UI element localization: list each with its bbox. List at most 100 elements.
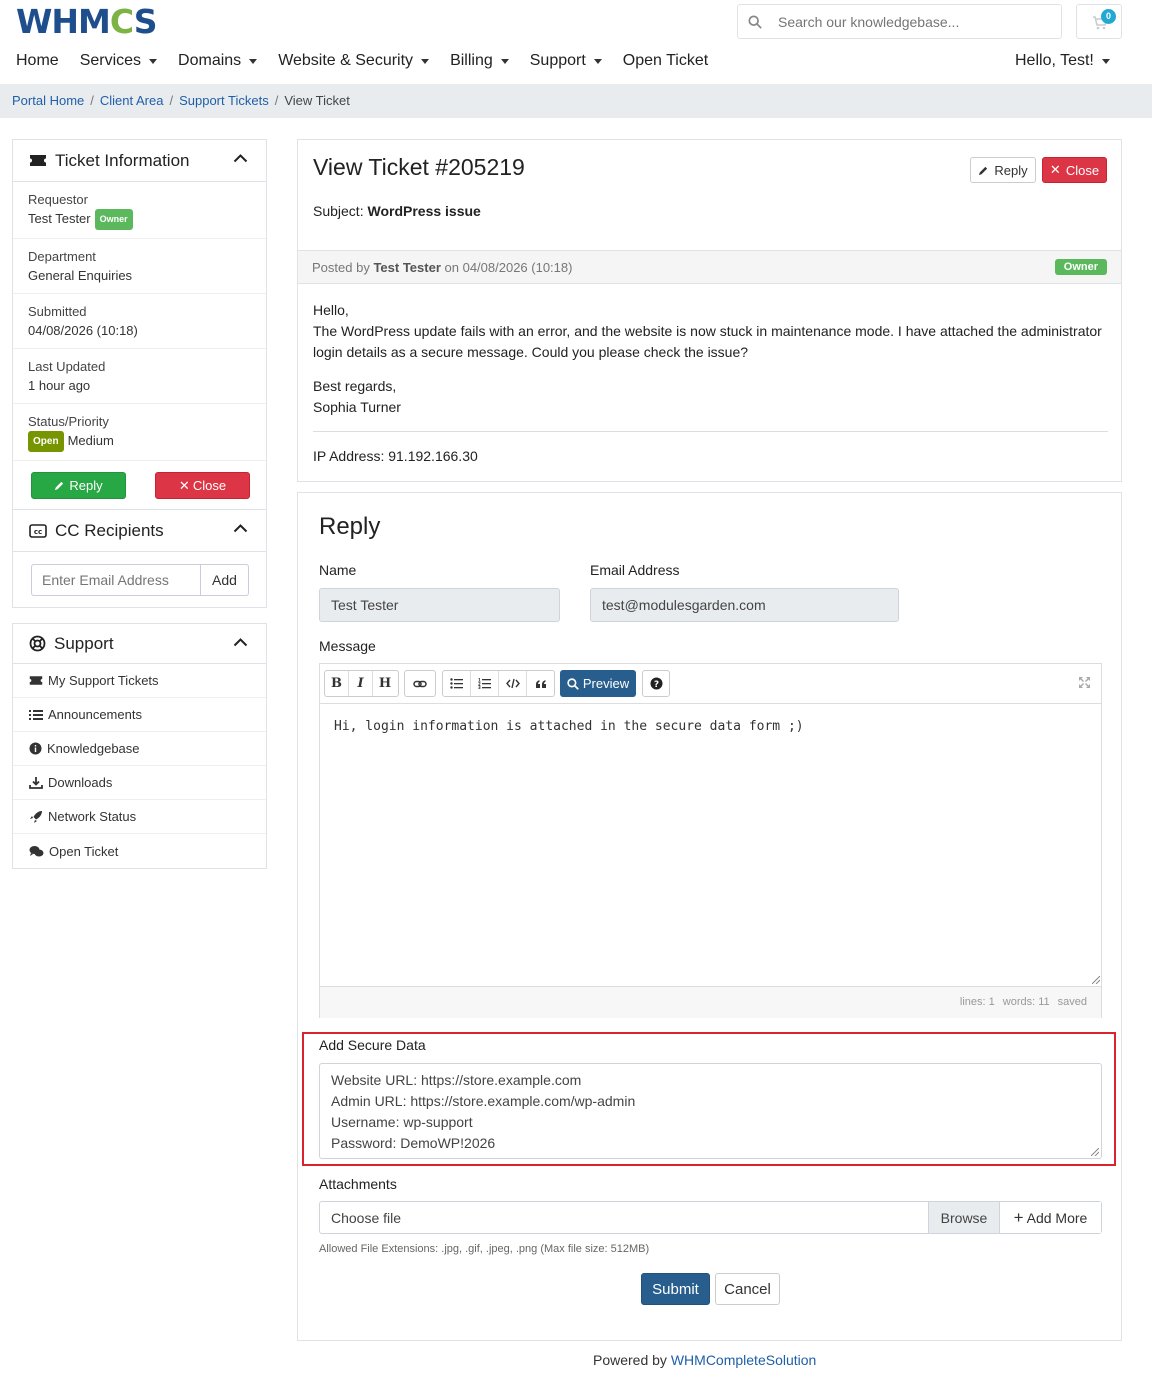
svg-text:?: ?	[653, 680, 658, 690]
sidebar-item-network-status[interactable]: Network Status	[13, 800, 266, 834]
breadcrumb-portal-home[interactable]: Portal Home	[12, 93, 84, 108]
list-ul-icon	[450, 678, 463, 689]
nav-support[interactable]: Support	[530, 52, 602, 70]
cc-email-input[interactable]	[31, 564, 201, 596]
sidebar-item-knowledgebase[interactable]: Knowledgebase	[13, 732, 266, 766]
cc-recipients-header[interactable]: cc CC Recipients	[13, 510, 266, 552]
ordered-list-button[interactable]: 123	[471, 671, 499, 696]
name-field: Test Tester	[319, 588, 560, 622]
cc-icon: cc	[29, 523, 47, 538]
submit-button[interactable]: Submit	[641, 1273, 710, 1305]
message-textarea[interactable]: Hi, login information is attached in the…	[334, 719, 804, 734]
search-icon	[748, 14, 762, 29]
cart-button[interactable]: 0	[1076, 4, 1122, 39]
preview-button[interactable]: Preview	[560, 670, 636, 697]
panel-title: Support	[54, 633, 114, 653]
support-header[interactable]: Support	[13, 624, 266, 664]
heading-button[interactable]: H	[373, 671, 397, 696]
reply-button[interactable]: Reply	[970, 157, 1036, 183]
add-more-button[interactable]: + Add More	[999, 1202, 1101, 1233]
link-icon	[413, 680, 427, 687]
email-field: test@modulesgarden.com	[590, 588, 899, 622]
caret-down-icon	[249, 58, 258, 64]
search-input[interactable]	[778, 13, 1038, 30]
italic-button[interactable]: I	[349, 671, 373, 696]
nav-services[interactable]: Services	[80, 52, 158, 70]
attachments-label: Attachments	[319, 1176, 397, 1192]
owner-badge: Owner	[1054, 259, 1107, 275]
last-updated-row: Last Updated 1 hour ago	[13, 349, 266, 404]
secure-data-textarea[interactable]: Website URL: https://store.example.com A…	[319, 1063, 1102, 1159]
resize-handle-icon[interactable]	[1092, 976, 1100, 984]
email-label: Email Address	[590, 562, 680, 578]
bold-button[interactable]: B	[325, 671, 349, 696]
pencil-icon	[979, 166, 988, 175]
unordered-list-button[interactable]	[443, 671, 471, 696]
fullscreen-icon[interactable]	[1078, 676, 1091, 689]
chevron-up-icon[interactable]	[233, 523, 248, 533]
close-icon: ✕	[1049, 162, 1061, 177]
editor-toolbar: B I H 123 Preview ?	[320, 664, 1101, 704]
nav-home[interactable]: Home	[16, 52, 59, 70]
quote-icon	[535, 679, 546, 688]
chevron-up-icon[interactable]	[233, 637, 248, 647]
quote-button[interactable]	[527, 671, 554, 696]
ticket-card: View Ticket #205219 Reply ✕ Close Subjec…	[297, 139, 1122, 482]
cancel-button[interactable]: Cancel	[715, 1273, 780, 1305]
panel-title: Ticket Information	[55, 150, 190, 170]
sidebar-item-open-ticket[interactable]: Open Ticket	[13, 834, 266, 868]
sidebar-close-button[interactable]: ✕ Close	[155, 472, 250, 499]
plus-icon: +	[1013, 1207, 1024, 1227]
link-button[interactable]	[405, 671, 435, 696]
sidebar-reply-button[interactable]: Reply	[31, 472, 126, 499]
download-icon	[29, 777, 43, 789]
divider	[313, 431, 1108, 432]
help-button[interactable]: ?	[642, 670, 670, 697]
nav-open-ticket[interactable]: Open Ticket	[623, 52, 708, 70]
header: WHMCS 0 Home Services Domains Website & …	[0, 0, 1152, 84]
editor-statusbar: lines: 1 words: 11 saved	[320, 986, 1101, 1018]
close-ticket-button[interactable]: ✕ Close	[1042, 157, 1107, 183]
department-row: Department General Enquiries	[13, 239, 266, 294]
block-group: 123	[442, 670, 555, 697]
nav-domains[interactable]: Domains	[178, 52, 258, 70]
list-ol-icon: 123	[478, 678, 491, 689]
nav-website-security[interactable]: Website & Security	[278, 52, 430, 70]
link-group	[404, 670, 436, 697]
caret-down-icon	[593, 58, 602, 64]
resize-handle-icon[interactable]	[1091, 1148, 1099, 1156]
ip-address: IP Address: 91.192.166.30	[313, 448, 478, 464]
ticket-info-header[interactable]: Ticket Information	[13, 140, 266, 182]
sidebar-item-my-support-tickets[interactable]: My Support Tickets	[13, 664, 266, 698]
svg-text:3: 3	[478, 685, 481, 689]
support-panel: Support My Support Tickets Announcements…	[12, 623, 267, 869]
allowed-extensions-text: Allowed File Extensions: .jpg, .gif, .jp…	[319, 1243, 650, 1255]
ticket-action-buttons: Reply ✕ Close	[13, 461, 266, 511]
sidebar-item-downloads[interactable]: Downloads	[13, 766, 266, 800]
message-label: Message	[319, 638, 376, 654]
submitted-row: Submitted 04/08/2026 (10:18)	[13, 294, 266, 349]
breadcrumb-client-area[interactable]: Client Area	[100, 93, 164, 108]
nav-billing[interactable]: Billing	[450, 52, 509, 70]
status-badge: Open	[28, 431, 64, 452]
file-input[interactable]: Choose file	[320, 1202, 928, 1233]
caret-down-icon	[500, 58, 509, 64]
ticket-icon	[29, 676, 43, 685]
cc-add-button[interactable]: Add	[200, 564, 249, 596]
sidebar-item-announcements[interactable]: Announcements	[13, 698, 266, 732]
ticket-icon	[30, 155, 46, 166]
code-button[interactable]	[499, 671, 527, 696]
breadcrumb-support-tickets[interactable]: Support Tickets	[179, 93, 269, 108]
caret-down-icon	[1101, 58, 1110, 64]
lifebuoy-icon	[29, 635, 46, 652]
reply-card: Reply Name Test Tester Email Address tes…	[297, 492, 1122, 1341]
chevron-up-icon[interactable]	[233, 153, 248, 163]
whmcs-logo[interactable]: WHMCS	[16, 2, 157, 41]
user-menu[interactable]: Hello, Test!	[1015, 52, 1110, 70]
whmcs-link[interactable]: WHMCompleteSolution	[671, 1352, 817, 1368]
main-nav: Home Services Domains Website & Security…	[16, 52, 729, 70]
search-box[interactable]	[737, 4, 1062, 39]
status-priority-row: Status/Priority Open Medium	[13, 404, 266, 461]
browse-button[interactable]: Browse	[928, 1202, 999, 1233]
rocket-icon	[30, 810, 42, 823]
